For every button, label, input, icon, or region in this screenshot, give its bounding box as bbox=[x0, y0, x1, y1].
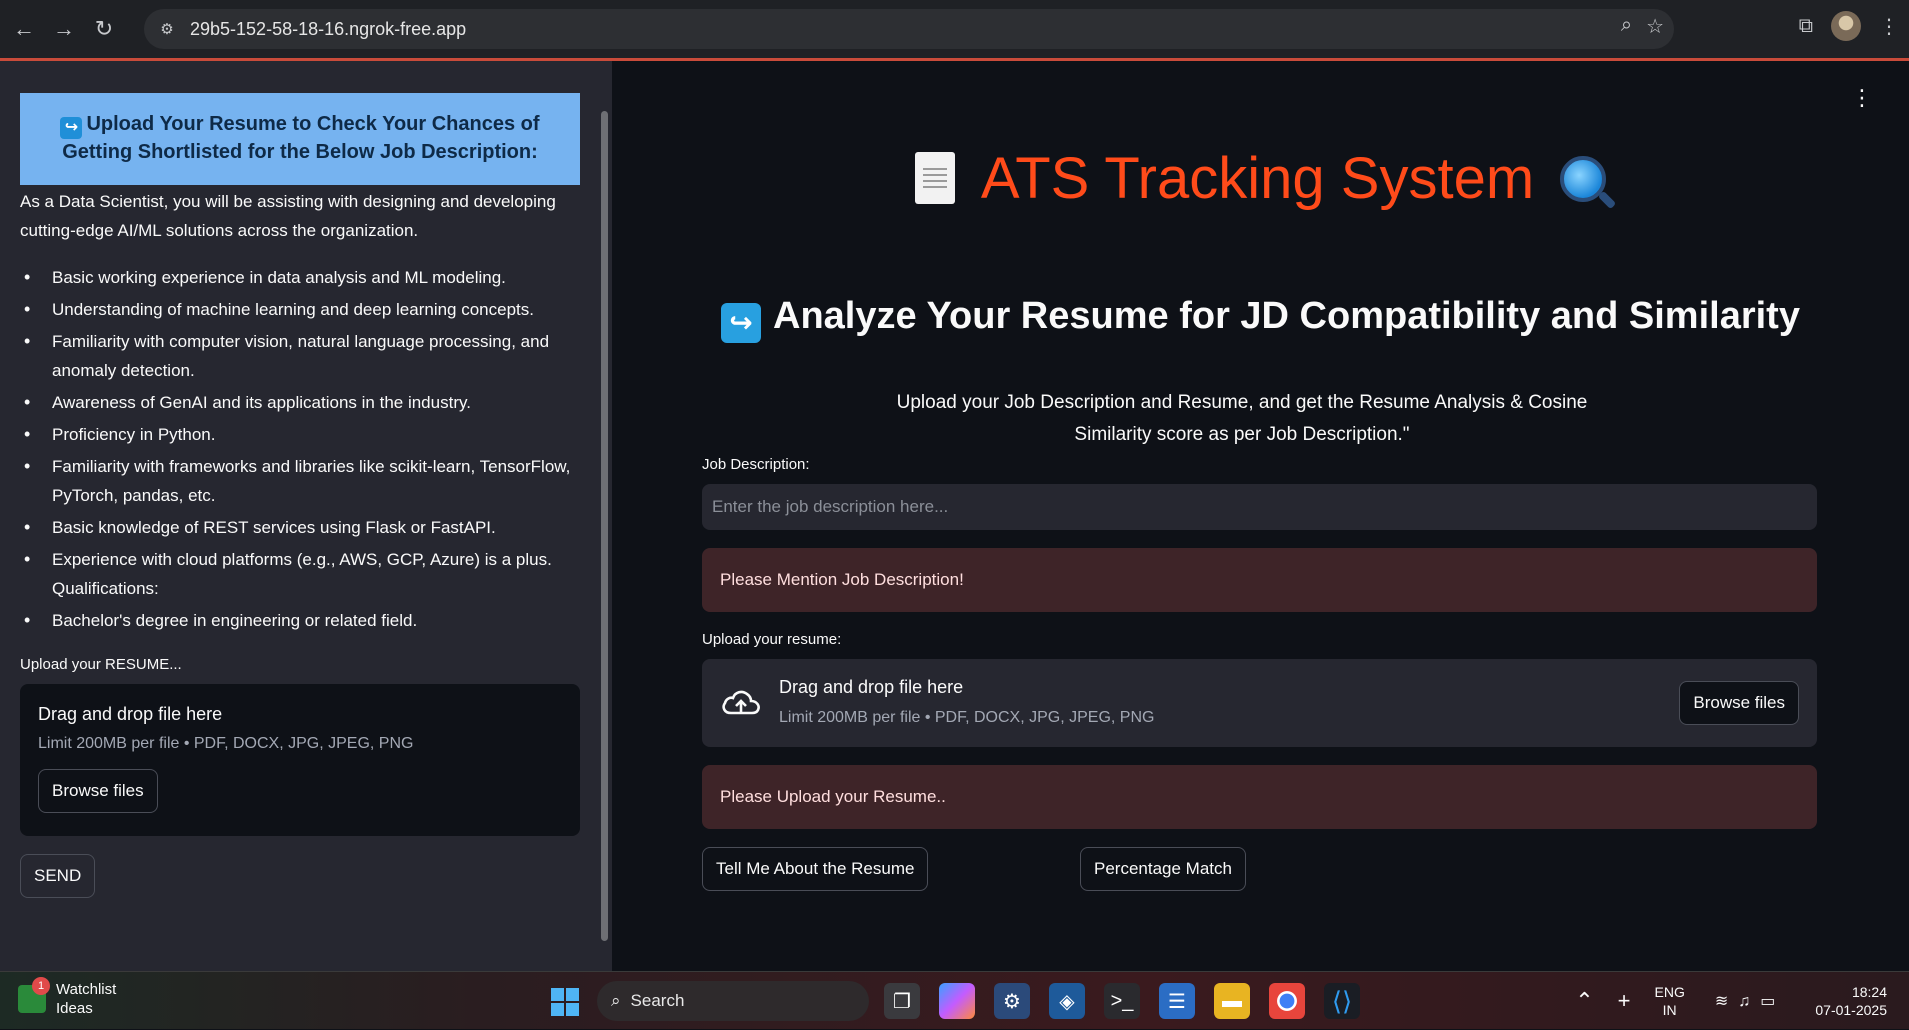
list-item: Experience with cloud platforms (e.g., A… bbox=[20, 545, 580, 603]
command-prompt-icon[interactable]: >_ bbox=[1104, 983, 1140, 1019]
system-tray: ⌃ + ENG IN ≋♫▭ 18:24 07-01-2025 bbox=[1575, 972, 1909, 1030]
resume-error-alert: Please Upload your Resume.. bbox=[702, 765, 1817, 829]
address-bar[interactable]: ⚙ 29b5-152-58-18-16.ngrok-free.app ⌕ ☆ bbox=[144, 9, 1674, 49]
taskbar-search[interactable]: ⌕ Search bbox=[597, 981, 869, 1021]
notification-badge: 1 bbox=[32, 977, 50, 995]
clock-time: 18:24 bbox=[1851, 984, 1887, 1000]
list-item: Basic working experience in data analysi… bbox=[20, 263, 580, 292]
banner-title: Upload Your Resume to Check Your Chances… bbox=[62, 113, 540, 163]
zoom-icon[interactable]: ⌕ bbox=[1621, 14, 1632, 39]
show-hidden-icons-icon[interactable]: ⌃ bbox=[1575, 988, 1593, 1014]
resume-field-label: Upload your resume: bbox=[702, 631, 842, 648]
jd-field-label: Job Description: bbox=[702, 456, 810, 473]
task-view-icon[interactable]: ❐ bbox=[884, 983, 920, 1019]
subheader: ↪ Analyze Your Resume for JD Compatibilit… bbox=[612, 295, 1909, 343]
site-settings-icon[interactable]: ⚙ bbox=[152, 14, 182, 44]
magnifier-icon bbox=[1560, 156, 1607, 202]
main-content: ⋮ ATS Tracking System ↪ Analyze Your Resu… bbox=[612, 61, 1909, 971]
browse-files-button[interactable]: Browse files bbox=[1679, 681, 1799, 725]
percentage-match-button[interactable]: Percentage Match bbox=[1080, 847, 1246, 891]
sidebar-file-dropzone[interactable]: Drag and drop file here Limit 200MB per … bbox=[20, 684, 580, 836]
lang-code: ENG bbox=[1654, 984, 1685, 1000]
arrow-return-icon: ↪ bbox=[60, 117, 83, 139]
add-icon[interactable]: + bbox=[1618, 988, 1631, 1014]
copilot-icon[interactable] bbox=[939, 983, 975, 1019]
tell-me-about-resume-button[interactable]: Tell Me About the Resume bbox=[702, 847, 929, 891]
extensions-icon[interactable]: ⧉ bbox=[1799, 15, 1813, 38]
job-description-input[interactable] bbox=[702, 484, 1817, 530]
reload-icon[interactable]: ↻ bbox=[86, 11, 122, 47]
clock[interactable]: 18:24 07-01-2025 bbox=[1815, 983, 1887, 1019]
dropzone-title: Drag and drop file here bbox=[779, 677, 964, 697]
page-title: ATS Tracking System bbox=[612, 145, 1909, 212]
sidebar-upload-label: Upload your RESUME... bbox=[20, 656, 182, 673]
app-menu-icon[interactable]: ⋮ bbox=[1851, 85, 1873, 111]
list-item: Understanding of machine learning and de… bbox=[20, 295, 580, 324]
vscode-icon[interactable]: ⟨⟩ bbox=[1324, 983, 1360, 1019]
list-item: Familiarity with frameworks and librarie… bbox=[20, 452, 580, 510]
terminal-app-icon[interactable]: ◈ bbox=[1049, 983, 1085, 1019]
back-icon[interactable]: ← bbox=[6, 11, 42, 47]
page-title-text: ATS Tracking System bbox=[980, 146, 1535, 211]
sidebar-scrollbar[interactable] bbox=[601, 111, 608, 941]
stocks-widget-icon: 1 bbox=[18, 977, 50, 1013]
taskbar-search-label: Search bbox=[630, 991, 685, 1010]
jd-requirements-list: Basic working experience in data analysi… bbox=[20, 263, 580, 638]
send-button[interactable]: SEND bbox=[20, 854, 96, 898]
dropzone-title: Drag and drop file here bbox=[38, 704, 223, 724]
network-volume-battery-icons[interactable]: ≋♫▭ bbox=[1715, 991, 1786, 1011]
list-item: Bachelor's degree in engineering or rela… bbox=[20, 606, 580, 635]
list-item: Basic knowledge of REST services using F… bbox=[20, 513, 580, 542]
widgets-button[interactable]: 1 Watchlist Ideas bbox=[18, 977, 117, 1018]
sidebar: ↪ Upload Your Resume to Check Your Chance… bbox=[0, 61, 612, 971]
widget-title: Watchlist bbox=[56, 981, 117, 998]
notepad-icon[interactable]: ☰ bbox=[1159, 983, 1195, 1019]
arrow-return-icon: ↪ bbox=[721, 303, 762, 343]
region-code: IN bbox=[1662, 1002, 1677, 1018]
document-icon bbox=[914, 152, 955, 204]
sidebar-banner: ↪ Upload Your Resume to Check Your Chance… bbox=[20, 93, 580, 185]
settings-gear-icon[interactable]: ⚙ bbox=[994, 983, 1030, 1019]
dropzone-limit: Limit 200MB per file • PDF, DOCX, JPG, J… bbox=[38, 735, 414, 752]
description-text: Upload your Job Description and Resume, … bbox=[896, 392, 1588, 445]
profile-avatar[interactable] bbox=[1831, 11, 1861, 41]
list-item: Familiarity with computer vision, natura… bbox=[20, 327, 580, 385]
browser-toolbar: ← → ↻ ⚙ 29b5-152-58-18-16.ngrok-free.app… bbox=[0, 0, 1909, 58]
taskbar: 1 Watchlist Ideas ⌕ Search ❐ ⚙ ◈ >_ ☰ ▬ … bbox=[0, 971, 1909, 1029]
resume-file-dropzone[interactable]: Drag and drop file here Limit 200MB per … bbox=[702, 659, 1817, 747]
subheader-text: Analyze Your Resume for JD Compatibility… bbox=[773, 295, 1800, 337]
url-text[interactable]: 29b5-152-58-18-16.ngrok-free.app bbox=[190, 19, 466, 40]
widget-subtitle: Ideas bbox=[56, 1000, 93, 1017]
chrome-browser-icon[interactable] bbox=[1269, 983, 1305, 1019]
forward-icon[interactable]: → bbox=[46, 11, 82, 47]
search-icon: ⌕ bbox=[611, 991, 621, 1010]
taskbar-apps: ❐ ⚙ ◈ >_ ☰ ▬ ⟨⟩ bbox=[884, 983, 1360, 1019]
file-explorer-icon[interactable]: ▬ bbox=[1214, 983, 1250, 1019]
input-language[interactable]: ENG IN bbox=[1655, 983, 1685, 1019]
browser-menu-icon[interactable]: ⋮ bbox=[1879, 14, 1899, 39]
clock-date: 07-01-2025 bbox=[1815, 1002, 1887, 1018]
list-item: Proficiency in Python. bbox=[20, 420, 580, 449]
dropzone-limit: Limit 200MB per file • PDF, DOCX, JPG, J… bbox=[779, 709, 1155, 726]
jd-error-alert: Please Mention Job Description! bbox=[702, 548, 1817, 612]
bookmark-star-icon[interactable]: ☆ bbox=[1646, 14, 1664, 39]
sidebar-browse-files-button[interactable]: Browse files bbox=[38, 769, 158, 813]
list-item: Awareness of GenAI and its applications … bbox=[20, 388, 580, 417]
windows-start-icon[interactable] bbox=[551, 988, 579, 1016]
cloud-upload-icon bbox=[722, 690, 760, 715]
jd-intro-text: As a Data Scientist, you will be assisti… bbox=[20, 192, 556, 240]
